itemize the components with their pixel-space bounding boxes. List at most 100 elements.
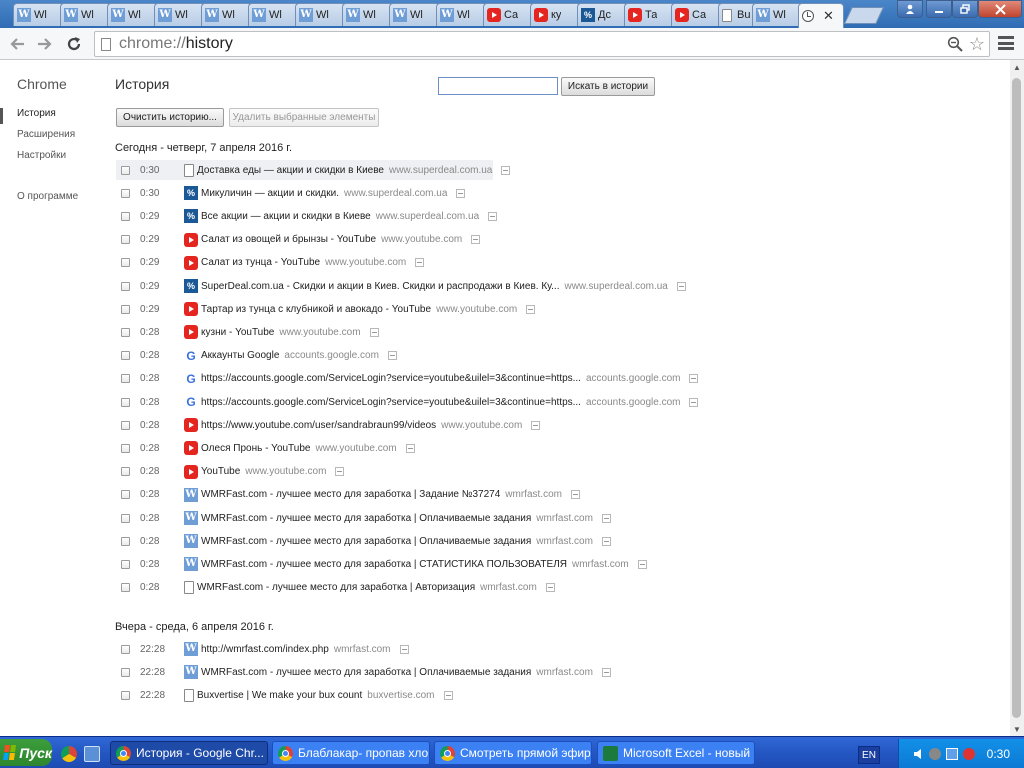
entry-menu-dropdown-icon[interactable]: [369, 327, 379, 337]
entry-menu-dropdown-icon[interactable]: [405, 443, 415, 453]
entry-menu-dropdown-icon[interactable]: [601, 536, 611, 546]
entry-menu-dropdown-icon[interactable]: [415, 258, 425, 268]
entry-checkbox[interactable]: [121, 583, 130, 593]
history-entry[interactable]: 0:29 Салат из тунца - YouTube www.youtube.…: [116, 253, 425, 273]
address-bar[interactable]: chrome://history ☆: [94, 31, 990, 57]
taskbar-window-button[interactable]: Смотреть прямой эфир ...: [434, 741, 592, 765]
browser-tab[interactable]: W Wl: [248, 3, 299, 26]
entry-menu-dropdown-icon[interactable]: [601, 667, 611, 677]
scroll-up-arrow-icon[interactable]: ▲: [1010, 60, 1024, 74]
history-entry[interactable]: 0:30 Доставка еды — акции и скидки в Киев…: [116, 160, 511, 180]
browser-tab[interactable]: W Wl: [752, 3, 803, 26]
entry-menu-dropdown-icon[interactable]: [637, 559, 647, 569]
browser-tab[interactable]: W Wl: [295, 3, 346, 26]
browser-tab[interactable]: Та: [624, 3, 675, 26]
reload-button[interactable]: [63, 33, 85, 55]
browser-tab[interactable]: W Wl: [107, 3, 158, 26]
entry-title-link[interactable]: Салат из овощей и брынзы - YouTube: [201, 234, 376, 245]
entry-checkbox[interactable]: [121, 667, 130, 677]
network-icon[interactable]: [946, 748, 958, 760]
entry-checkbox[interactable]: [121, 258, 130, 268]
entry-checkbox[interactable]: [121, 188, 130, 198]
history-entry[interactable]: 0:28 https://www.youtube.com/user/sandrab…: [116, 415, 541, 435]
history-entry[interactable]: 0:28 W WMRFast.com - лучшее место для зара…: [116, 554, 647, 574]
browser-tab[interactable]: W Wl: [60, 3, 111, 26]
entry-title-link[interactable]: SuperDeal.com.ua - Скидки и акции в Киев…: [201, 281, 559, 292]
entry-title-link[interactable]: WMRFast.com - лучшее место для заработка…: [201, 536, 531, 547]
tray-app-icon[interactable]: [929, 748, 941, 760]
entry-checkbox[interactable]: [121, 513, 130, 523]
browser-tab[interactable]: Ca: [483, 3, 534, 26]
forward-button[interactable]: [34, 33, 56, 55]
entry-checkbox[interactable]: [121, 644, 130, 654]
entry-checkbox[interactable]: [121, 351, 130, 361]
zoom-icon[interactable]: [947, 36, 963, 52]
scrollbar-thumb[interactable]: [1012, 78, 1021, 718]
sidebar-item-settings[interactable]: Настройки: [17, 150, 66, 161]
entry-title-link[interactable]: WMRFast.com - лучшее место для заработка…: [201, 513, 531, 524]
remove-selected-button[interactable]: Удалить выбранные элементы: [229, 108, 379, 127]
entry-title-link[interactable]: Тартар из тунца с клубникой и авокадо - …: [201, 304, 431, 315]
entry-title-link[interactable]: WMRFast.com - лучшее место для заработка…: [201, 559, 567, 570]
browser-tab[interactable]: W Wl: [154, 3, 205, 26]
entry-title-link[interactable]: Микуличин — акции и скидки.: [201, 188, 339, 199]
history-entry[interactable]: 0:28 Ghttps://accounts.google.com/Service…: [116, 369, 699, 389]
entry-menu-dropdown-icon[interactable]: [601, 513, 611, 523]
entry-title-link[interactable]: Buxvertise | We make your bux count: [197, 690, 362, 701]
entry-checkbox[interactable]: [121, 281, 130, 291]
entry-title-link[interactable]: кузни - YouTube: [201, 327, 274, 338]
sidebar-item-history[interactable]: История: [17, 108, 56, 119]
back-button[interactable]: [6, 33, 28, 55]
minimize-button[interactable]: [926, 0, 952, 18]
history-entry[interactable]: 0:28 G Аккаунты Google accounts.google.com: [116, 346, 397, 366]
browser-tab[interactable]: W Wl: [201, 3, 252, 26]
entry-menu-dropdown-icon[interactable]: [387, 351, 397, 361]
entry-title-link[interactable]: YouTube: [201, 466, 240, 477]
entry-checkbox[interactable]: [121, 235, 130, 245]
entry-checkbox[interactable]: [121, 211, 130, 221]
history-entry[interactable]: 0:28 WMRFast.com - лучшее место для зараб…: [116, 578, 555, 598]
entry-menu-dropdown-icon[interactable]: [531, 420, 541, 430]
entry-title-link[interactable]: https://www.youtube.com/user/sandrabraun…: [201, 420, 436, 431]
entry-title-link[interactable]: WMRFast.com - лучшее место для заработка…: [197, 582, 475, 593]
sidebar-item-extensions[interactable]: Расширения: [17, 129, 75, 140]
restore-button[interactable]: [952, 0, 978, 18]
close-window-button[interactable]: [978, 0, 1022, 18]
history-entry[interactable]: 0:29% Все акции — акции и скидки в Киеве w…: [116, 206, 498, 226]
new-tab-button[interactable]: [844, 7, 884, 24]
entry-title-link[interactable]: WMRFast.com - лучшее место для заработка…: [201, 667, 531, 678]
quicklaunch-app-icon[interactable]: [84, 746, 100, 762]
history-entry[interactable]: 0:28 Олеся Пронь - YouTube www.youtube.com: [116, 438, 415, 458]
entry-checkbox[interactable]: [121, 467, 130, 477]
taskbar-window-button[interactable]: Блаблакар- пропав хло...: [272, 741, 430, 765]
entry-checkbox[interactable]: [121, 536, 130, 546]
entry-menu-dropdown-icon[interactable]: [545, 583, 555, 593]
entry-menu-dropdown-icon[interactable]: [443, 690, 453, 700]
entry-menu-dropdown-icon[interactable]: [399, 644, 409, 654]
entry-title-link[interactable]: Доставка еды — акции и скидки в Киеве: [197, 165, 384, 176]
entry-checkbox[interactable]: [121, 490, 130, 500]
taskbar-window-button[interactable]: Microsoft Excel - новый ...: [597, 741, 755, 765]
history-entry[interactable]: 0:28 Ghttps://accounts.google.com/Service…: [116, 392, 699, 412]
start-button[interactable]: Пуск: [0, 739, 52, 766]
entry-checkbox[interactable]: [121, 420, 130, 430]
browser-tab[interactable]: W Wl: [13, 3, 64, 26]
entry-checkbox[interactable]: [121, 374, 130, 384]
entry-menu-dropdown-icon[interactable]: [689, 397, 699, 407]
scroll-down-arrow-icon[interactable]: ▼: [1010, 722, 1024, 736]
clear-history-button[interactable]: Очистить историю...: [116, 108, 224, 127]
history-search-input[interactable]: [438, 77, 558, 95]
search-history-button[interactable]: Искать в истории: [561, 77, 655, 96]
chrome-menu-icon[interactable]: [998, 36, 1014, 50]
sidebar-item-about[interactable]: О программе: [17, 191, 78, 202]
history-entry[interactable]: 0:28 YouTube www.youtube.com: [116, 462, 345, 482]
entry-checkbox[interactable]: [121, 397, 130, 407]
entry-menu-dropdown-icon[interactable]: [456, 188, 466, 198]
entry-menu-dropdown-icon[interactable]: [689, 374, 699, 384]
entry-checkbox[interactable]: [121, 165, 130, 175]
history-entry[interactable]: 0:29% SuperDeal.com.ua - Скидки и акции в…: [116, 276, 686, 296]
browser-tab[interactable]: % Дс: [577, 3, 628, 26]
entry-menu-dropdown-icon[interactable]: [526, 304, 536, 314]
volume-icon[interactable]: [913, 748, 925, 760]
browser-tab[interactable]: W Wl: [389, 3, 440, 26]
